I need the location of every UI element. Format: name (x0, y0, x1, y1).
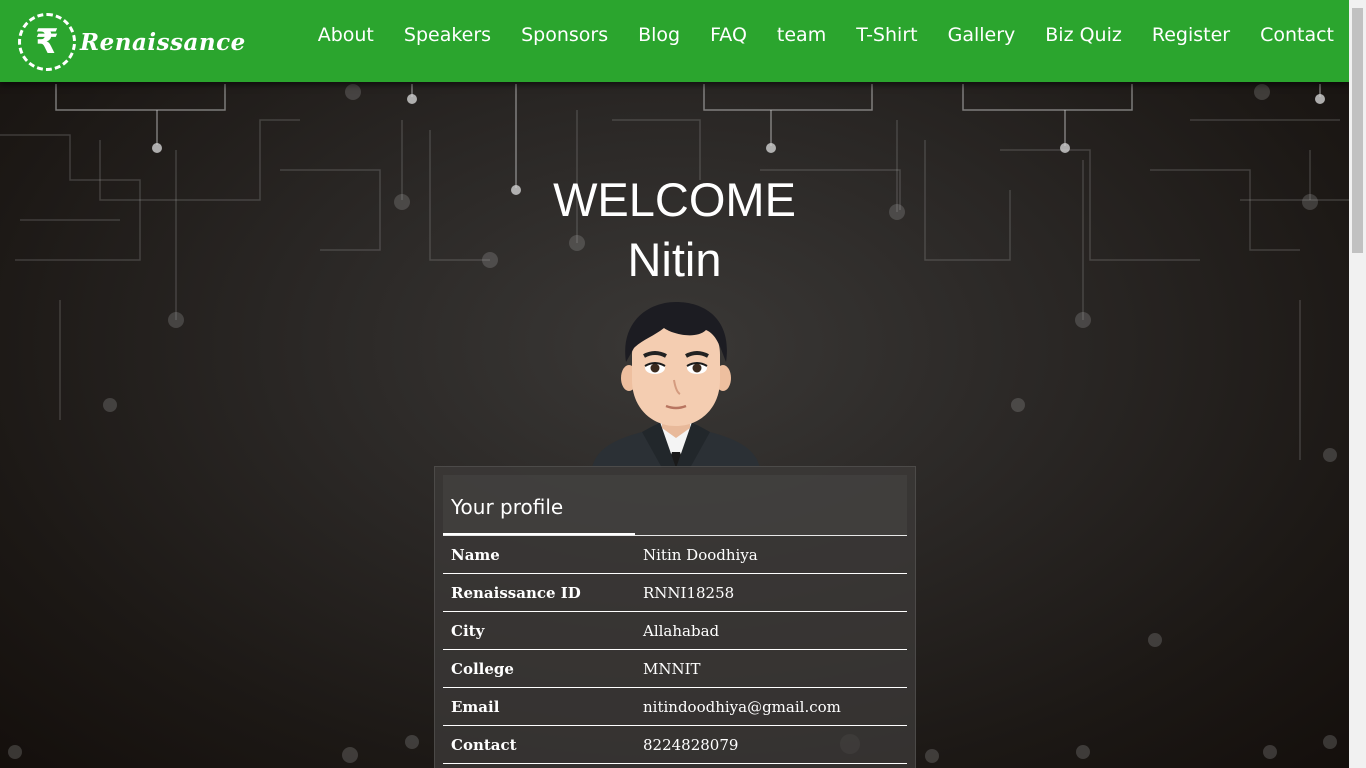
profile-label-contact: Contact (451, 735, 517, 754)
profile-value-contact: 8224828079 (643, 735, 739, 754)
table-row: Contact 8224828079 (443, 726, 907, 764)
table-row: Name Nitin Doodhiya (443, 535, 907, 574)
nav-speakers[interactable]: Speakers (389, 24, 506, 46)
nav-blog[interactable]: Blog (623, 24, 695, 46)
profile-label-name: Name (451, 545, 500, 564)
nav-about[interactable]: About (303, 24, 389, 46)
nav-faq[interactable]: FAQ (695, 24, 762, 46)
brand-name: Renaissance (80, 28, 246, 56)
profile-label-email: Email (451, 697, 500, 716)
profile-heading: Your profile (443, 475, 907, 535)
nav-register[interactable]: Register (1137, 24, 1245, 46)
profile-value-city: Allahabad (643, 621, 720, 640)
main-nav: About Speakers Sponsors Blog FAQ team T-… (303, 24, 1334, 46)
nav-tshirt[interactable]: T-Shirt (841, 24, 932, 46)
nav-contact[interactable]: Contact (1245, 24, 1334, 46)
scrollbar-thumb[interactable] (1352, 8, 1363, 253)
profile-table: Name Nitin Doodhiya Renaissance ID RNNI1… (443, 535, 907, 764)
profile-value-email: nitindoodhiya@gmail.com (643, 697, 841, 716)
table-row: Renaissance ID RNNI18258 (443, 574, 907, 612)
rupee-icon: ₹ (18, 13, 76, 71)
table-row: City Allahabad (443, 612, 907, 650)
welcome-user-name: Nitin (627, 233, 722, 287)
nav-team[interactable]: team (762, 24, 841, 46)
nav-gallery[interactable]: Gallery (933, 24, 1031, 46)
table-row: Email nitindoodhiya@gmail.com (443, 688, 907, 726)
table-row: College MNNIT (443, 650, 907, 688)
page-scrollbar[interactable] (1349, 0, 1366, 768)
profile-value-name: Nitin Doodhiya (643, 545, 758, 564)
brand-logo[interactable]: ₹ Renaissance (18, 12, 248, 72)
user-avatar (592, 300, 760, 468)
welcome-heading: WELCOME Nitin (0, 170, 1349, 290)
nav-biz-quiz[interactable]: Biz Quiz (1030, 24, 1137, 46)
profile-value-college: MNNIT (643, 659, 701, 678)
profile-label-city: City (451, 621, 485, 640)
profile-label-id: Renaissance ID (451, 583, 581, 602)
profile-label-college: College (451, 659, 514, 678)
profile-card: Your profile Name Nitin Doodhiya Renaiss… (434, 466, 916, 768)
avatar-illustration (592, 302, 760, 468)
top-navbar: ₹ Renaissance About Speakers Sponsors Bl… (0, 0, 1349, 82)
profile-value-id: RNNI18258 (643, 583, 735, 602)
nav-sponsors[interactable]: Sponsors (506, 24, 623, 46)
welcome-title: WELCOME (553, 173, 796, 226)
